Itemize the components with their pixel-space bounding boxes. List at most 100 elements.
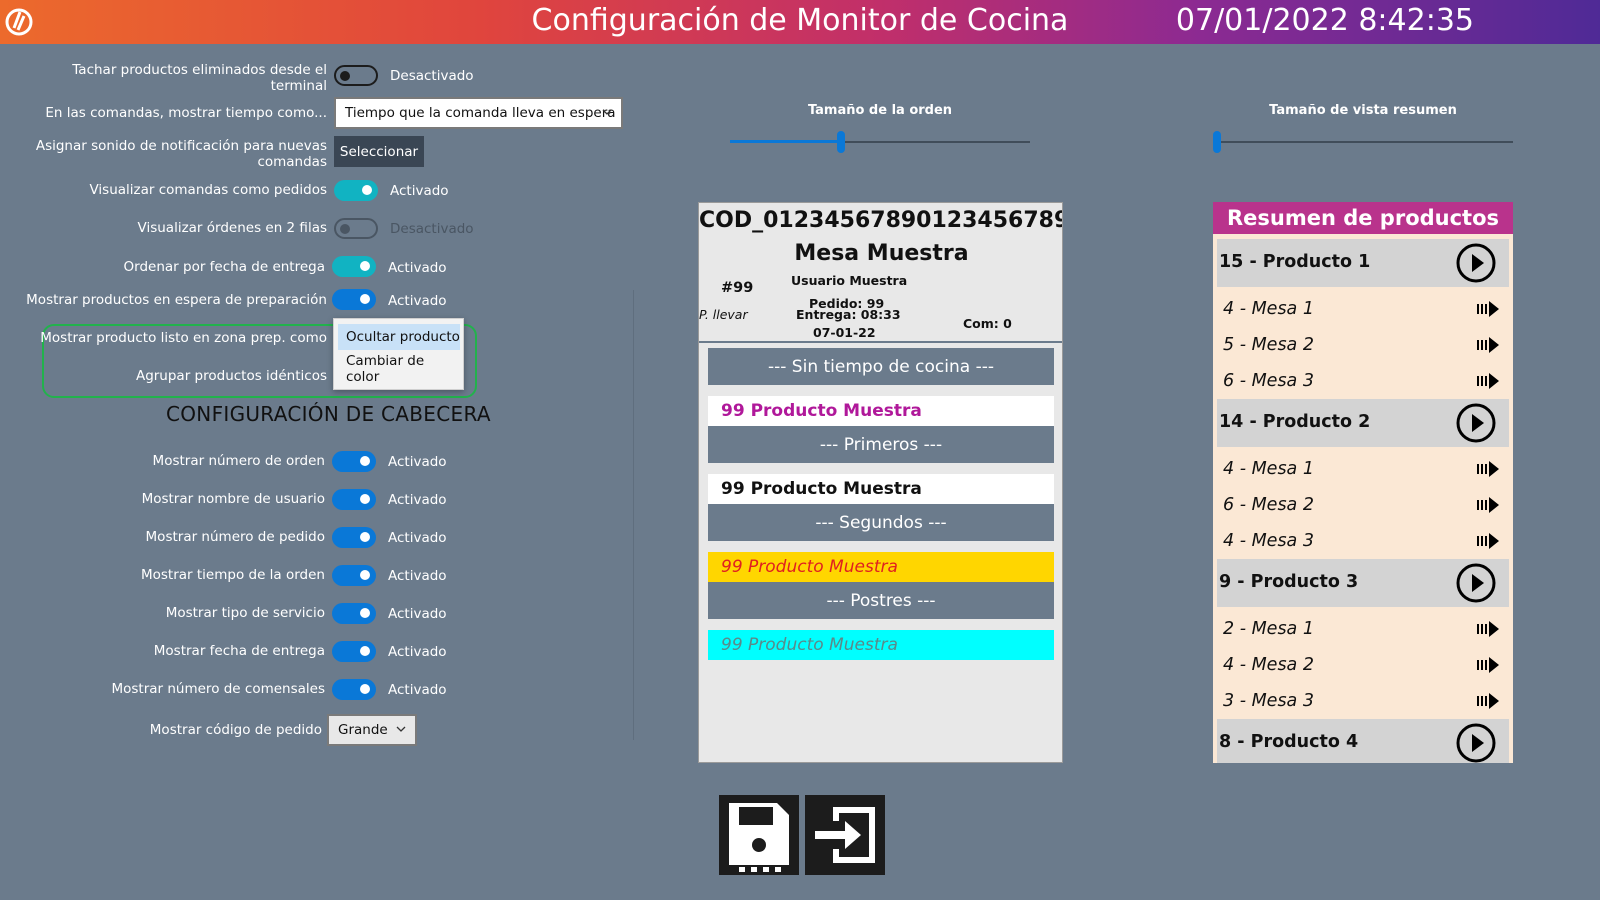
show-user-name-state: Activado [388,492,447,508]
as-orders-toggle[interactable] [334,180,378,201]
summary-item: 3 - Mesa 3 [1223,683,1505,719]
dropdown-option-color[interactable]: Cambiar de color [338,353,460,385]
group-identical-label: Agrupar productos idénticos [135,368,327,384]
product-line: 99 Producto Muestra [708,396,1054,426]
show-user-name-label: Mostrar nombre de usuario [141,491,325,507]
show-diners-label: Mostrar número de comensales [111,681,325,697]
header-bar: Configuración de Monitor de Cocina 07/01… [0,0,1600,44]
order-diners: Com: 0 [963,316,1012,331]
summary-group[interactable]: 8 - Producto 4 [1217,719,1509,763]
header-config-title: CONFIGURACIÓN DE CABECERA [166,402,491,426]
play-circle-icon[interactable] [1455,562,1497,604]
summary-item: 5 - Mesa 2 [1223,327,1505,363]
sound-label: Asignar sonido de notificación para nuev… [35,138,327,168]
strike-deleted-toggle[interactable] [334,65,378,86]
summary-item: 4 - Mesa 2 [1223,647,1505,683]
summary-group[interactable]: 14 - Producto 2 [1217,399,1509,447]
order-table: Mesa Muestra [794,241,969,266]
show-delivery-date-state: Activado [388,644,447,660]
summary-size-slider[interactable] [1213,130,1513,154]
ready-product-dropdown[interactable]: Ocultar producto Cambiar de color [333,318,464,390]
order-delivery: Entrega: 08:33 [796,307,901,322]
order-date: 07-01-22 [813,325,876,340]
play-circle-icon[interactable] [1455,402,1497,444]
fast-forward-icon[interactable] [1477,621,1501,637]
show-pedido-number-toggle[interactable] [332,527,376,548]
summary-item: 6 - Mesa 3 [1223,363,1505,399]
order-preview-card: COD_01234567890123456789 Mesa Muestra Us… [698,202,1063,763]
waiting-products-toggle[interactable] [332,289,376,310]
order-size-label: Tamaño de la orden [807,103,953,118]
course-second-bar: --- Segundos --- [708,504,1054,541]
show-pedido-number-state: Activado [388,530,447,546]
show-delivery-date-toggle[interactable] [332,641,376,662]
summary-item: 2 - Mesa 1 [1223,611,1505,647]
select-sound-button[interactable]: Seleccionar [334,136,424,167]
fast-forward-icon[interactable] [1477,533,1501,549]
time-mode-value: Tiempo que la comanda lleva en espera [345,105,616,121]
show-diners-toggle[interactable] [332,679,376,700]
order-code-value: Grande [338,722,388,738]
product-line: 99 Producto Muestra [708,552,1054,582]
fast-forward-icon[interactable] [1477,693,1501,709]
exit-button[interactable] [805,795,885,875]
time-mode-label: En las comandas, mostrar tiempo como... [45,105,327,121]
summary-group[interactable]: 15 - Producto 1 [1217,239,1509,287]
show-user-name-toggle[interactable] [332,489,376,510]
strike-deleted-state: Desactivado [390,68,474,84]
show-order-number-toggle[interactable] [332,451,376,472]
fast-forward-icon[interactable] [1477,373,1501,389]
product-line: 99 Producto Muestra [708,474,1054,504]
show-service-type-label: Mostrar tipo de servicio [165,605,325,621]
chevron-down-icon [602,109,612,115]
show-service-type-toggle[interactable] [332,603,376,624]
fast-forward-icon[interactable] [1477,337,1501,353]
fast-forward-icon[interactable] [1477,461,1501,477]
waiting-products-label: Mostrar productos en espera de preparaci… [26,292,327,308]
product-line: 99 Producto Muestra [708,630,1054,660]
summary-group[interactable]: 9 - Producto 3 [1217,559,1509,607]
order-service-type: P. llevar [699,307,748,322]
sort-delivery-state: Activado [388,260,447,276]
sort-delivery-toggle[interactable] [332,256,376,277]
show-delivery-date-label: Mostrar fecha de entrega [153,643,325,659]
time-mode-select[interactable]: Tiempo que la comanda lleva en espera [334,97,623,129]
course-first-bar: --- Primeros --- [708,426,1054,463]
card-divider [699,341,1062,343]
ready-product-label: Mostrar producto listo en zona prep. com… [40,330,327,346]
order-number: #99 [721,280,754,296]
summary-item: 4 - Mesa 1 [1223,291,1505,327]
as-orders-label: Visualizar comandas como pedidos [89,182,327,198]
no-kitchen-time-bar: --- Sin tiempo de cocina --- [708,348,1054,385]
order-code-select[interactable]: Grande [327,714,417,746]
order-user: Usuario Muestra [791,273,908,288]
show-order-time-toggle[interactable] [332,565,376,586]
order-size-slider[interactable] [730,130,1030,154]
as-orders-state: Activado [390,183,449,199]
strike-deleted-label: Tachar productos eliminados desde el ter… [72,62,327,92]
order-code-label: Mostrar código de pedido [149,722,322,738]
two-rows-toggle[interactable] [334,218,378,239]
fast-forward-icon[interactable] [1477,301,1501,317]
summary-item: 4 - Mesa 3 [1223,523,1505,559]
show-diners-state: Activado [388,682,447,698]
summary-title: Resumen de productos [1213,202,1513,234]
two-rows-state: Desactivado [390,221,474,237]
summary-size-label: Tamaño de vista resumen [1269,103,1457,118]
chevron-down-icon [396,726,406,732]
show-order-number-state: Activado [388,454,447,470]
fast-forward-icon[interactable] [1477,657,1501,673]
summary-item: 6 - Mesa 2 [1223,487,1505,523]
two-rows-label: Visualizar órdenes en 2 filas [137,220,327,236]
show-order-time-label: Mostrar tiempo de la orden [140,567,325,583]
show-service-type-state: Activado [388,606,447,622]
fast-forward-icon[interactable] [1477,497,1501,513]
play-circle-icon[interactable] [1455,722,1497,763]
course-dessert-bar: --- Postres --- [708,582,1054,619]
save-button[interactable] [719,795,799,875]
exit-arrow-icon [815,807,875,863]
show-pedido-number-label: Mostrar número de pedido [145,529,325,545]
dropdown-option-hide[interactable]: Ocultar producto [338,324,460,350]
play-circle-icon[interactable] [1455,242,1497,284]
show-order-time-state: Activado [388,568,447,584]
